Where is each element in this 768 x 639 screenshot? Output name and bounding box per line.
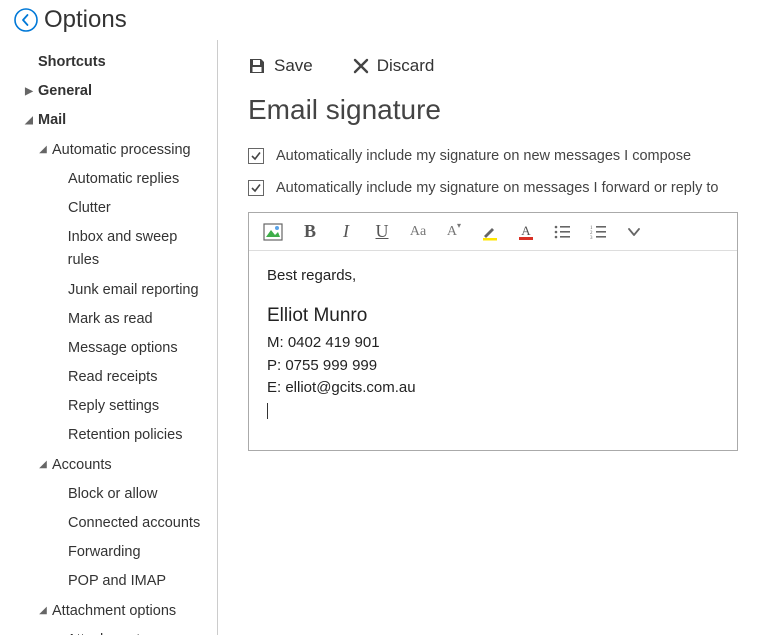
nav-clutter[interactable]: ·Clutter: [0, 194, 217, 223]
nav-read-receipts[interactable]: ·Read receipts: [0, 363, 217, 392]
back-button[interactable]: [12, 6, 40, 34]
nav-block-allow[interactable]: ·Block or allow: [0, 480, 217, 509]
save-icon: [248, 57, 266, 75]
check-reply-row: Automatically include my signature on me…: [248, 180, 738, 196]
bold-icon[interactable]: B: [301, 221, 319, 242]
highlight-icon[interactable]: [481, 223, 499, 241]
sig-email: E: elliot@gcits.com.au: [267, 377, 719, 400]
nav-reply-settings[interactable]: ·Reply settings: [0, 392, 217, 421]
nav-inbox-sweep[interactable]: ·Inbox and sweep rules: [0, 223, 217, 275]
sig-mobile: M: 0402 419 901: [267, 332, 719, 355]
nav-retention-policies[interactable]: ·Retention policies: [0, 421, 217, 450]
checkbox-reply[interactable]: [248, 180, 264, 196]
font-size-icon[interactable]: Aa: [409, 224, 427, 240]
nav-group-auto[interactable]: ◢Automatic processing: [0, 136, 217, 165]
nav-shortcuts[interactable]: ▶Shortcuts: [0, 48, 217, 77]
page-title: Email signature: [248, 94, 738, 126]
nav-automatic-replies[interactable]: ·Automatic replies: [0, 165, 217, 194]
svg-text:A: A: [521, 223, 531, 238]
nav-junk-email[interactable]: ·Junk email reporting: [0, 276, 217, 305]
nav-general[interactable]: ▶General: [0, 77, 217, 106]
editor-toolbar: B I U Aa A▾ A 123: [249, 213, 737, 251]
discard-label: Discard: [377, 56, 435, 76]
options-sidebar: ▶Shortcuts ▶General ◢Mail ◢Automatic pro…: [0, 40, 218, 635]
number-list-icon[interactable]: 123: [589, 224, 607, 240]
checkbox-compose[interactable]: [248, 148, 264, 164]
nav-pop-imap[interactable]: ·POP and IMAP: [0, 567, 217, 596]
italic-icon[interactable]: I: [337, 221, 355, 242]
sig-closing: Best regards,: [267, 265, 719, 288]
font-color-icon[interactable]: A: [517, 223, 535, 241]
sig-phone: P: 0755 999 999: [267, 355, 719, 378]
signature-textarea[interactable]: Best regards, Elliot Munro M: 0402 419 9…: [249, 251, 737, 450]
main-content: Save Discard Email signature Automatical…: [218, 40, 768, 635]
nav-group-accounts[interactable]: ◢Accounts: [0, 451, 217, 480]
insert-image-icon[interactable]: [263, 223, 283, 241]
save-label: Save: [274, 56, 313, 76]
nav-forwarding[interactable]: ·Forwarding: [0, 538, 217, 567]
page-header-title: Options: [44, 6, 127, 34]
font-picker-icon[interactable]: A▾: [445, 224, 463, 240]
check-compose-row: Automatically include my signature on ne…: [248, 148, 738, 164]
check-reply-label: Automatically include my signature on me…: [276, 180, 718, 196]
text-cursor: [267, 403, 268, 419]
nav-connected-accounts[interactable]: ·Connected accounts: [0, 509, 217, 538]
options-header: Options: [0, 0, 768, 40]
more-icon[interactable]: [625, 225, 643, 239]
nav-message-options[interactable]: ·Message options: [0, 334, 217, 363]
nav-attachment-prefs[interactable]: ·Attachment preferences: [0, 626, 217, 635]
discard-button[interactable]: Discard: [353, 56, 435, 76]
action-toolbar: Save Discard: [248, 56, 738, 76]
svg-text:3: 3: [590, 236, 593, 240]
underline-icon[interactable]: U: [373, 221, 391, 242]
bullet-list-icon[interactable]: [553, 224, 571, 240]
sig-name: Elliot Munro: [267, 302, 719, 331]
nav-mail[interactable]: ◢Mail: [0, 106, 217, 135]
discard-icon: [353, 58, 369, 74]
nav-group-attachments[interactable]: ◢Attachment options: [0, 597, 217, 626]
nav-mark-as-read[interactable]: ·Mark as read: [0, 305, 217, 334]
check-compose-label: Automatically include my signature on ne…: [276, 148, 691, 164]
save-button[interactable]: Save: [248, 56, 313, 76]
signature-editor: B I U Aa A▾ A 123: [248, 212, 738, 451]
